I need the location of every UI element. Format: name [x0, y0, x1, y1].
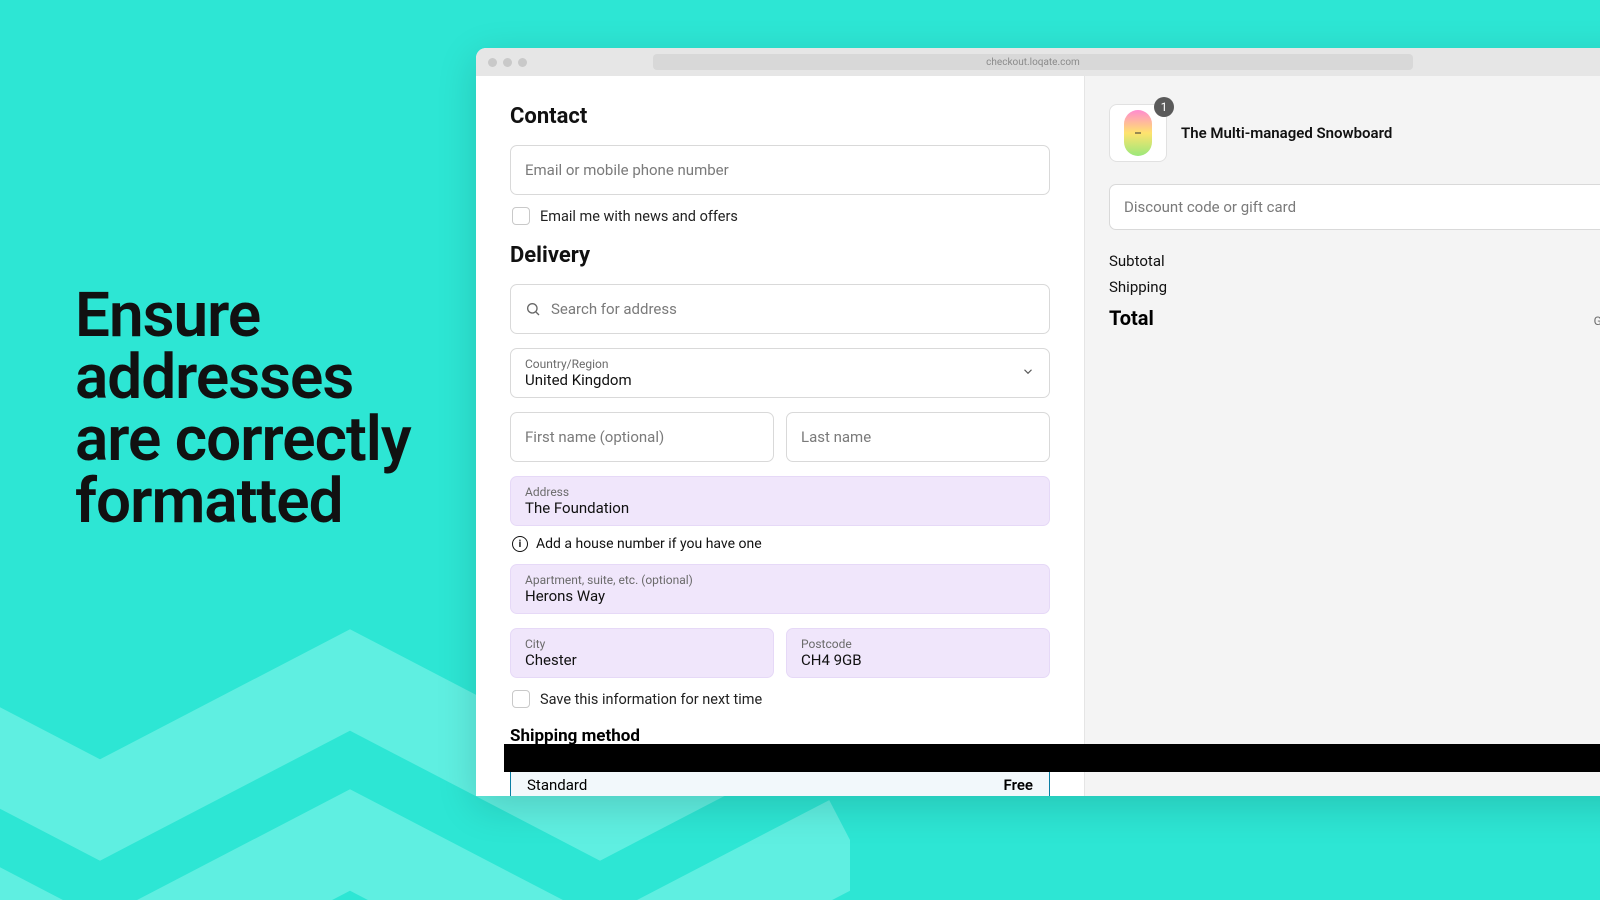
city-label: City — [525, 637, 545, 651]
news-checkbox[interactable] — [512, 207, 530, 225]
postcode-value: CH4 9GB — [801, 651, 862, 669]
country-select[interactable]: Country/Region United Kingdom — [510, 348, 1050, 398]
address-field[interactable]: Address The Foundation — [510, 476, 1050, 526]
bottom-strip — [504, 744, 1600, 772]
first-name-placeholder: First name (optional) — [525, 428, 664, 446]
contact-heading: Contact — [510, 104, 1050, 129]
total-label: Total — [1109, 306, 1154, 330]
save-info-checkbox[interactable] — [512, 690, 530, 708]
traffic-light-min — [503, 58, 512, 67]
browser-window: checkout.loqate.com Contact Email or mob… — [476, 48, 1600, 796]
address-bar[interactable]: checkout.loqate.com — [653, 54, 1413, 70]
cart-item: 1 The Multi-managed Snowboard — [1109, 104, 1600, 162]
news-label: Email me with news and offers — [540, 208, 738, 225]
city-field[interactable]: City Chester — [510, 628, 774, 678]
traffic-light-close — [488, 58, 497, 67]
apt-label: Apartment, suite, etc. (optional) — [525, 573, 693, 587]
last-name-placeholder: Last name — [801, 428, 871, 446]
checkout-main: Contact Email or mobile phone number Ema… — [476, 76, 1084, 796]
product-thumbnail: 1 — [1109, 104, 1167, 162]
currency-code: GBP — [1594, 314, 1600, 328]
order-summary: 1 The Multi-managed Snowboard Discount c… — [1084, 76, 1600, 796]
product-title: The Multi-managed Snowboard — [1181, 124, 1392, 142]
city-value: Chester — [525, 651, 577, 669]
traffic-light-max — [518, 58, 527, 67]
first-name-field[interactable]: First name (optional) — [510, 412, 774, 462]
address-label: Address — [525, 485, 569, 499]
shipping-option-name: Standard — [527, 776, 587, 794]
postcode-field[interactable]: Postcode CH4 9GB — [786, 628, 1050, 678]
address-search-field[interactable]: Search for address — [510, 284, 1050, 334]
info-icon: i — [512, 536, 528, 552]
discount-placeholder: Discount code or gift card — [1124, 198, 1296, 216]
browser-titlebar: checkout.loqate.com — [476, 48, 1600, 76]
marketing-headline: Ensure addresses are correctly formatted — [75, 285, 435, 533]
country-label: Country/Region — [525, 357, 609, 371]
country-value: United Kingdom — [525, 371, 632, 389]
shipping-option-price: Free — [1004, 776, 1033, 794]
address-hint: i Add a house number if you have one — [512, 536, 1050, 552]
search-icon — [525, 301, 541, 317]
address-value: The Foundation — [525, 499, 629, 517]
address-hint-text: Add a house number if you have one — [536, 536, 762, 552]
search-placeholder: Search for address — [551, 300, 677, 318]
qty-badge: 1 — [1154, 97, 1174, 117]
subtotal-label: Subtotal — [1109, 252, 1165, 270]
last-name-field[interactable]: Last name — [786, 412, 1050, 462]
shipping-heading: Shipping method — [510, 726, 1050, 746]
chevron-down-icon — [1021, 364, 1035, 383]
discount-field[interactable]: Discount code or gift card — [1109, 184, 1600, 230]
email-field[interactable]: Email or mobile phone number — [510, 145, 1050, 195]
apt-value: Herons Way — [525, 587, 605, 605]
save-info-label: Save this information for next time — [540, 691, 762, 708]
delivery-heading: Delivery — [510, 243, 1050, 268]
apartment-field[interactable]: Apartment, suite, etc. (optional) Herons… — [510, 564, 1050, 614]
shipping-label: Shipping — [1109, 278, 1167, 296]
postcode-label: Postcode — [801, 637, 852, 651]
email-placeholder: Email or mobile phone number — [525, 161, 729, 179]
